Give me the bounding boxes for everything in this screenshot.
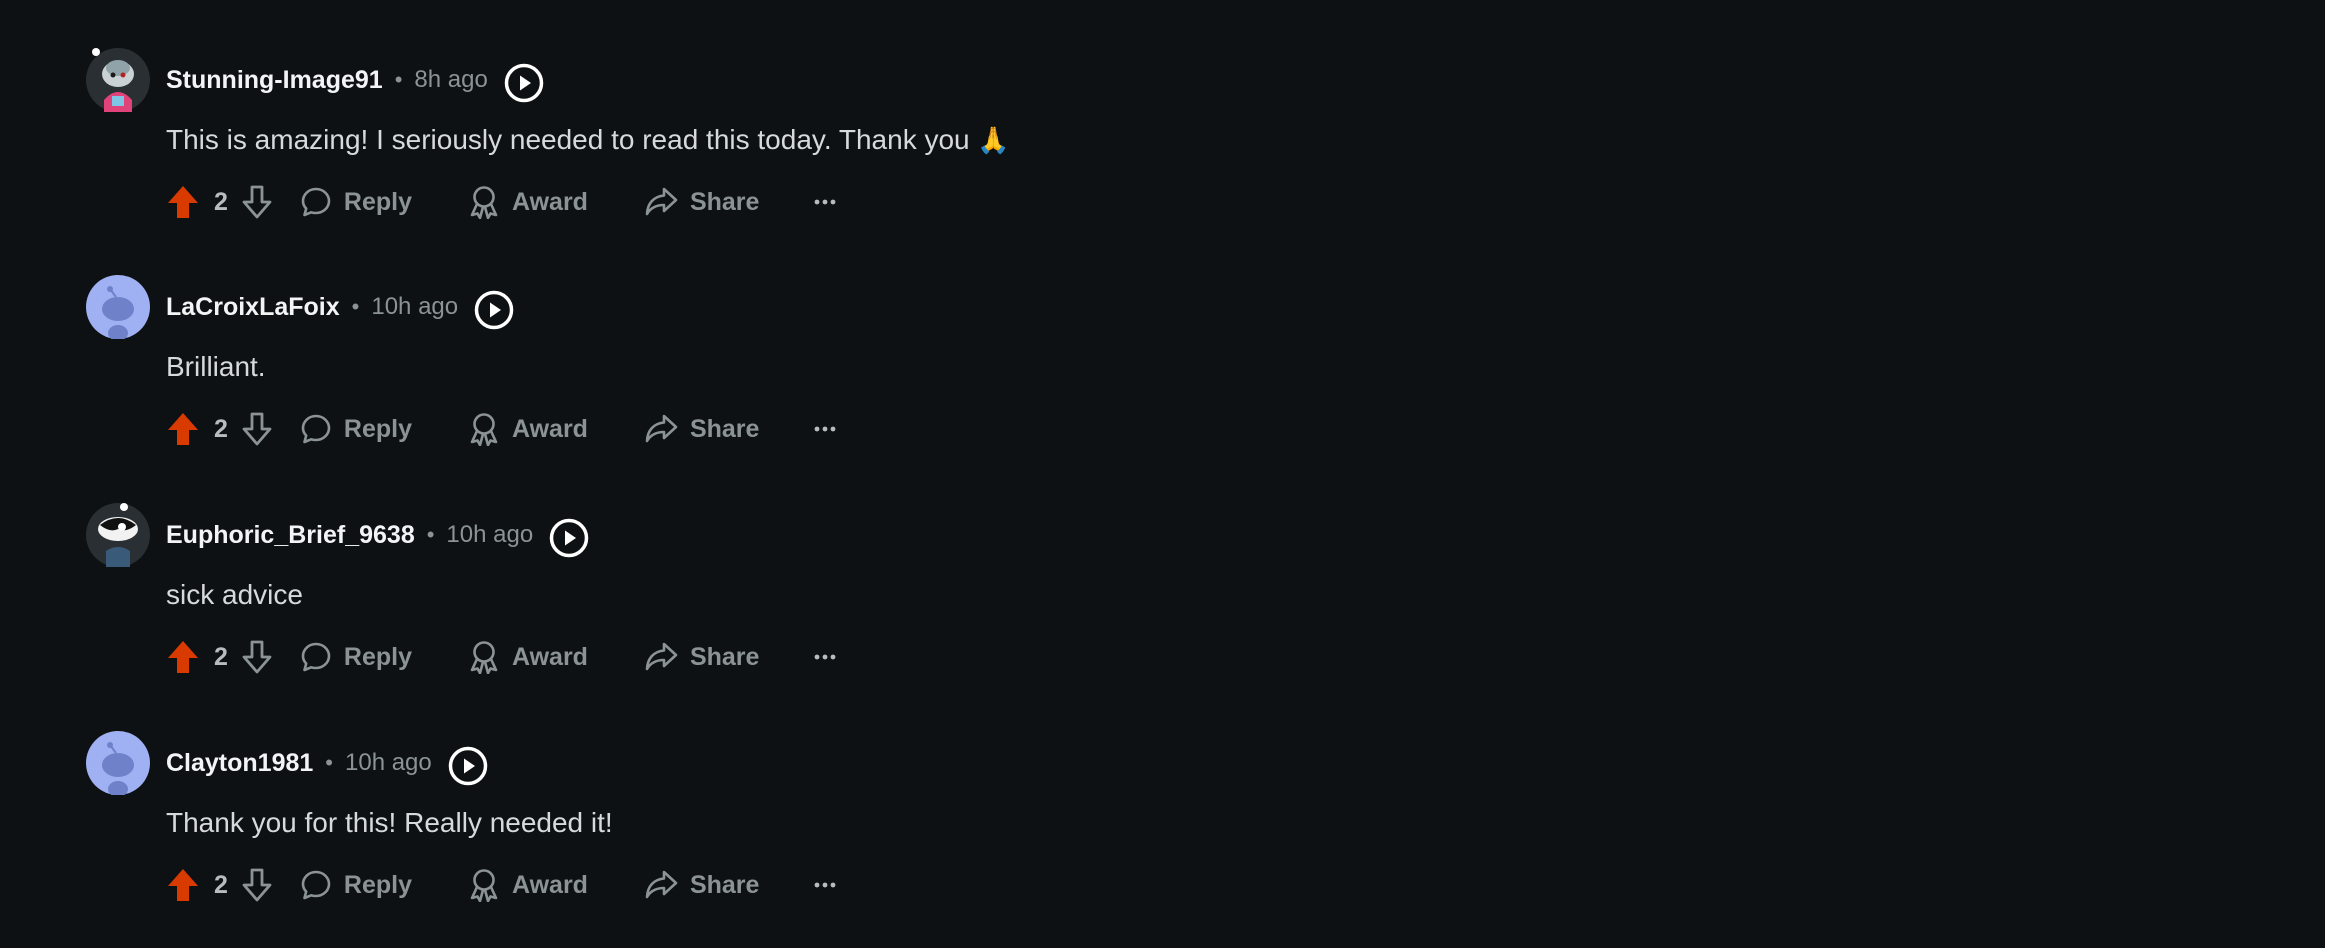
avatar[interactable] [86, 503, 150, 567]
comment-bubble-icon [301, 414, 331, 444]
vote-score: 2 [214, 187, 228, 216]
upvote-icon[interactable] [166, 411, 200, 447]
award-icon [470, 641, 498, 674]
more-options-icon[interactable] [813, 190, 837, 214]
comment-actions: 2 Reply Award Share [166, 407, 837, 451]
avatar[interactable] [86, 48, 150, 112]
award-button[interactable]: Award [468, 412, 588, 446]
comment-thread: Stunning-Image91 • 8h ago This is amazin… [0, 0, 2325, 948]
reply-button[interactable]: Reply [300, 186, 412, 218]
reply-button[interactable]: Reply [300, 641, 412, 673]
comment-bubble-icon [301, 187, 331, 217]
comment-meta: Stunning-Image91 • 8h ago [166, 48, 544, 112]
comment-bubble-icon [301, 870, 331, 900]
award-label: Award [512, 187, 588, 216]
upvote-icon[interactable] [166, 184, 200, 220]
share-button[interactable]: Share [644, 413, 759, 445]
username[interactable]: LaCroixLaFoix [166, 293, 340, 322]
comment: Euphoric_Brief_9638 • 10h ago sick advic… [86, 503, 1286, 713]
avatar[interactable] [86, 275, 150, 339]
comment-body: sick advice [166, 579, 303, 611]
share-button[interactable]: Share [644, 641, 759, 673]
comment-body: Brilliant. [166, 351, 266, 383]
avatar[interactable] [86, 731, 150, 795]
play-icon[interactable] [504, 63, 544, 103]
award-label: Award [512, 870, 588, 899]
play-icon[interactable] [474, 290, 514, 330]
award-icon [470, 413, 498, 446]
separator-dot: • [394, 67, 403, 92]
comment-bubble-icon [301, 642, 331, 672]
comment-actions: 2 Reply Award Share [166, 635, 837, 679]
snoo-avatar-icon [86, 48, 150, 112]
username[interactable]: Euphoric_Brief_9638 [166, 521, 415, 550]
share-icon [645, 642, 678, 671]
comment-actions: 2 Reply Award Share [166, 863, 837, 907]
timestamp[interactable]: 10h ago [345, 749, 432, 777]
timestamp[interactable]: 8h ago [414, 66, 487, 94]
snoo-avatar-icon [86, 731, 150, 795]
share-button[interactable]: Share [644, 869, 759, 901]
more-options-icon[interactable] [813, 645, 837, 669]
share-button[interactable]: Share [644, 186, 759, 218]
timestamp[interactable]: 10h ago [371, 293, 458, 321]
comment-text: Brilliant. [166, 351, 266, 382]
timestamp[interactable]: 10h ago [446, 521, 533, 549]
play-icon[interactable] [549, 518, 589, 558]
comment: Clayton1981 • 10h ago Thank you for this… [86, 731, 1286, 941]
separator-dot: • [426, 522, 435, 547]
reply-button[interactable]: Reply [300, 869, 412, 901]
comment: Stunning-Image91 • 8h ago This is amazin… [86, 48, 1286, 258]
award-label: Award [512, 642, 588, 671]
comment-body: Thank you for this! Really needed it! [166, 807, 613, 839]
snoo-avatar-icon [86, 275, 150, 339]
award-icon [470, 186, 498, 219]
comment: LaCroixLaFoix • 10h ago Brilliant. 2 Rep… [86, 275, 1286, 485]
downvote-icon[interactable] [240, 867, 274, 903]
vote-score: 2 [214, 870, 228, 899]
reply-button[interactable]: Reply [300, 413, 412, 445]
comment-meta: LaCroixLaFoix • 10h ago [166, 275, 514, 339]
reply-label: Reply [343, 642, 412, 671]
more-options-icon[interactable] [813, 417, 837, 441]
reply-label: Reply [343, 414, 412, 443]
award-button[interactable]: Award [468, 868, 588, 902]
share-icon [645, 870, 678, 899]
award-button[interactable]: Award [468, 640, 588, 674]
share-label: Share [689, 414, 760, 443]
award-label: Award [512, 414, 588, 443]
upvote-icon[interactable] [166, 639, 200, 675]
separator-dot: • [325, 750, 333, 775]
more-options-icon[interactable] [813, 873, 837, 897]
comment-text: This is amazing! I seriously needed to r… [166, 124, 970, 155]
vote-score: 2 [214, 414, 228, 443]
award-icon [470, 869, 498, 902]
downvote-icon[interactable] [240, 411, 274, 447]
username[interactable]: Stunning-Image91 [166, 66, 383, 95]
comment-meta: Clayton1981 • 10h ago [166, 731, 488, 795]
upvote-icon[interactable] [166, 867, 200, 903]
award-button[interactable]: Award [468, 185, 588, 219]
comment-text: sick advice [166, 579, 303, 610]
pray-emoji: 🙏 [977, 125, 1010, 155]
reply-label: Reply [343, 870, 412, 899]
snoo-avatar-icon [86, 503, 150, 567]
vote-score: 2 [214, 642, 228, 671]
share-icon [645, 187, 678, 216]
play-icon[interactable] [448, 746, 488, 786]
share-label: Share [689, 870, 760, 899]
share-icon [645, 414, 678, 443]
separator-dot: • [351, 294, 360, 319]
comment-actions: 2 Reply Award Share [166, 180, 837, 224]
username[interactable]: Clayton1981 [166, 749, 313, 778]
reply-label: Reply [343, 187, 412, 216]
comment-meta: Euphoric_Brief_9638 • 10h ago [166, 503, 589, 567]
comment-body: This is amazing! I seriously needed to r… [166, 124, 1010, 156]
comment-text: Thank you for this! Really needed it! [166, 807, 613, 838]
share-label: Share [689, 187, 760, 216]
downvote-icon[interactable] [240, 639, 274, 675]
share-label: Share [689, 642, 760, 671]
downvote-icon[interactable] [240, 184, 274, 220]
